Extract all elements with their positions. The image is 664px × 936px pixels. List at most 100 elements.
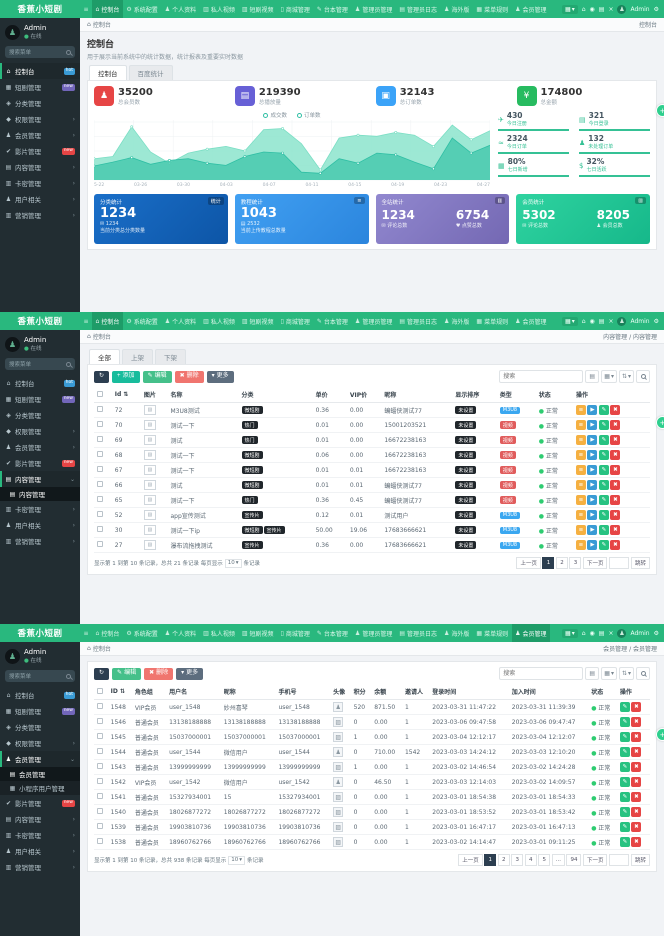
row-checkbox[interactable] [97,838,103,844]
page-button-1[interactable]: 1 [484,854,496,866]
breadcrumb-home[interactable]: 控制台 [93,20,111,29]
edit-button[interactable]: ✎编辑 [112,668,141,680]
sidebar-item-2[interactable]: ◈分类管理 [0,95,80,111]
notifications-button[interactable]: ◉ [590,318,595,325]
nav-item-10[interactable]: ▦菜单规则 [473,624,512,642]
user-name[interactable]: Admin [630,6,649,13]
jump-page-input[interactable] [609,557,629,569]
nav-item-7[interactable]: ♟管理员管理 [351,624,395,642]
nav-item-8[interactable]: ▤管理员日志 [396,0,441,18]
edit-row-button[interactable]: ✎ [599,480,609,490]
sidebar-item-5[interactable]: ✔影片管理new [0,143,80,159]
nav-item-10[interactable]: ▦菜单规则 [473,0,512,18]
refresh-button[interactable]: ↻ [94,371,109,383]
delete-row-button[interactable]: ✖ [631,822,641,832]
delete-row-button[interactable]: ✖ [610,480,620,490]
settings-gear-button[interactable]: ⚙ [654,6,659,13]
delete-row-button[interactable]: ✖ [631,792,641,802]
user-name[interactable]: Admin [630,630,649,637]
detail-button[interactable]: ≡ [576,510,586,520]
edit-row-button[interactable]: ✎ [620,747,630,757]
row-checkbox[interactable] [97,733,103,739]
sidebar-item-6[interactable]: ▤内容管理⌄ [0,471,80,487]
sidebar-item-1[interactable]: ▦短剧管理new [0,79,80,95]
nav-item-9[interactable]: ♟海外版 [441,0,473,18]
sidebar-item-7[interactable]: ▥卡密管理› [0,827,80,843]
nav-item-3[interactable]: ▥私人视频 [200,312,239,330]
sidebar-item-0[interactable]: ⌂控制台hot [0,63,80,79]
columns-tool-button[interactable]: ▦▾ [601,667,617,680]
preview-button[interactable]: ▶ [587,465,597,475]
page-button-5[interactable]: 5 [538,854,550,866]
tab-2[interactable]: 下架 [155,349,186,364]
more-button[interactable]: ▾更多 [207,371,234,383]
delete-row-button[interactable]: ✖ [610,405,620,415]
tab-1[interactable]: 上架 [122,349,153,364]
nav-item-5[interactable]: ▯商城管理 [277,624,313,642]
edit-row-button[interactable]: ✎ [599,465,609,475]
nav-item-9[interactable]: ♟海外版 [441,312,473,330]
sidebar-item-4[interactable]: ♟会员管理› [0,439,80,455]
edit-row-button[interactable]: ✎ [620,837,630,847]
sidebar-item-8[interactable]: ♟用户相关› [0,843,80,859]
nav-item-3[interactable]: ▥私人视频 [200,0,239,18]
sidebar-item-1[interactable]: ▦短剧管理new [0,391,80,407]
nav-item-10[interactable]: ▦菜单规则 [473,312,512,330]
nav-item-1[interactable]: ⚙系统配置 [123,0,161,18]
nav-item-2[interactable]: ♟个人资料 [161,0,199,18]
page-button-3[interactable]: 3 [569,557,581,569]
nav-item-1[interactable]: ⚙系统配置 [123,312,161,330]
delete-row-button[interactable]: ✖ [631,762,641,772]
preview-button[interactable]: ▶ [587,495,597,505]
sidebar-item-6[interactable]: ▤内容管理› [0,159,80,175]
nav-item-9[interactable]: ♟海外版 [441,624,473,642]
preview-button[interactable]: ▶ [587,435,597,445]
row-checkbox[interactable] [97,436,103,442]
sort-icon[interactable]: ⇅ [121,391,128,398]
preview-button[interactable]: ▶ [587,450,597,460]
close-session-button[interactable]: × [608,6,613,13]
next-page-button[interactable]: 下一页 [583,854,608,866]
nav-item-11[interactable]: ♟会员管理 [512,624,550,642]
sidebar-item-5[interactable]: ✔影片管理new [0,795,80,811]
per-page-select[interactable]: 10▾ [225,559,242,568]
notifications-button[interactable]: ◉ [590,630,595,637]
nav-item-0[interactable]: ⌂控制台 [92,624,123,642]
detail-button[interactable]: ≡ [576,435,586,445]
detail-button[interactable]: ≡ [576,495,586,505]
support-float-button[interactable]: + [656,104,664,117]
settings-gear-button[interactable]: ⚙ [654,318,659,325]
delete-row-button[interactable]: ✖ [631,702,641,712]
sidebar-item-3[interactable]: ◆权限管理› [0,423,80,439]
sidebar-search-input[interactable]: 搜索菜单 [5,46,75,58]
refresh-button[interactable]: ↻ [94,668,109,680]
nav-item-4[interactable]: ▥短剧视频 [238,0,277,18]
delete-row-button[interactable]: ✖ [610,465,620,475]
row-checkbox[interactable] [97,496,103,502]
sidebar-item-4[interactable]: ♟会员管理› [0,127,80,143]
row-checkbox[interactable] [97,718,103,724]
page-button-4[interactable]: 4 [525,854,537,866]
row-checkbox[interactable] [97,421,103,427]
search-tool-button[interactable] [636,370,650,383]
home-button[interactable]: ⌂ [582,318,586,325]
sidebar-item-3[interactable]: ◆权限管理› [0,735,80,751]
page-button-3[interactable]: 3 [511,854,523,866]
nav-item-0[interactable]: ⌂控制台 [92,312,123,330]
tab-0[interactable]: 全部 [89,349,120,364]
detail-button[interactable]: ≡ [576,405,586,415]
delete-button[interactable]: ✖删除 [175,371,204,383]
preview-button[interactable]: ▶ [587,480,597,490]
nav-item-11[interactable]: ♟会员管理 [512,312,550,330]
delete-button[interactable]: ✖删除 [144,668,173,680]
nav-item-3[interactable]: ▥私人视频 [200,624,239,642]
edit-row-button[interactable]: ✎ [599,510,609,520]
select-all-checkbox[interactable] [97,391,103,397]
nav-toggle-button[interactable]: ≡ [80,0,92,18]
edit-row-button[interactable]: ✎ [599,405,609,415]
nav-item-4[interactable]: ▥短剧视频 [238,624,277,642]
nav-item-5[interactable]: ▯商城管理 [277,312,313,330]
row-checkbox[interactable] [97,748,103,754]
delete-row-button[interactable]: ✖ [610,495,620,505]
preview-button[interactable]: ▶ [587,405,597,415]
